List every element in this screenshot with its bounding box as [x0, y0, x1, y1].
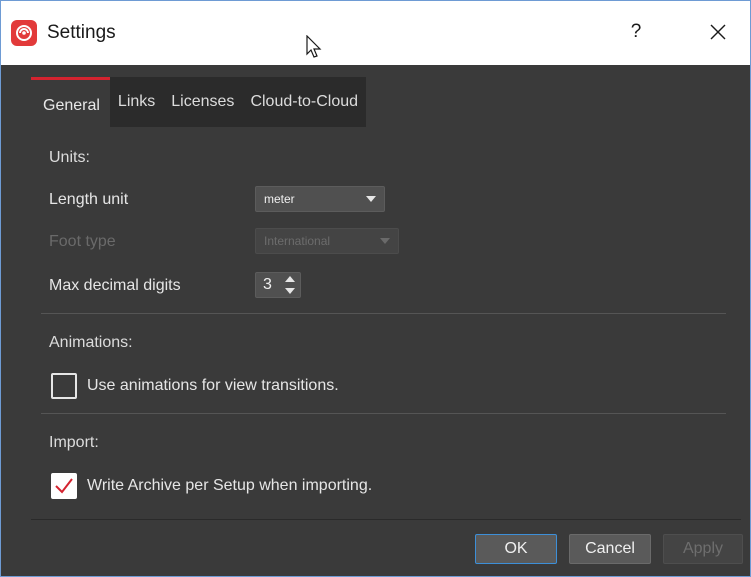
apply-button[interactable]: Apply — [663, 534, 743, 564]
length-unit-select[interactable]: meter — [255, 186, 385, 212]
checkmark-icon — [55, 478, 73, 494]
close-button[interactable] — [701, 17, 735, 47]
app-logo-icon — [11, 20, 37, 46]
max-decimal-digits-value: 3 — [263, 276, 272, 293]
foot-type-select[interactable]: International — [255, 228, 399, 254]
foot-type-label: Foot type — [49, 233, 116, 250]
dialog-content: General Links Licenses Cloud-to-Cloud Un… — [1, 65, 750, 576]
tab-cloud-to-cloud[interactable]: Cloud-to-Cloud — [242, 77, 366, 127]
max-decimal-digits-label: Max decimal digits — [49, 277, 181, 294]
use-animations-label[interactable]: Use animations for view transitions. — [87, 377, 339, 395]
general-panel: Units: Length unit meter Foot type Inter… — [31, 127, 741, 520]
tab-general[interactable]: General — [31, 77, 110, 127]
chevron-down-icon — [380, 238, 390, 244]
units-section-label: Units: — [49, 149, 90, 166]
use-animations-checkbox[interactable] — [51, 373, 77, 399]
increment-arrow-icon[interactable] — [282, 274, 298, 285]
settings-dialog: Settings ? General Links Licenses Cloud-… — [0, 0, 751, 577]
max-decimal-digits-stepper[interactable]: 3 — [255, 272, 301, 298]
length-unit-label: Length unit — [49, 191, 129, 208]
chevron-down-icon — [366, 196, 376, 202]
mouse-cursor-icon — [306, 35, 322, 58]
help-button[interactable]: ? — [621, 17, 651, 47]
ok-button[interactable]: OK — [475, 534, 557, 564]
decrement-arrow-icon[interactable] — [282, 286, 298, 297]
foot-type-value: International — [264, 234, 331, 248]
import-section-label: Import: — [49, 434, 99, 451]
tab-licenses[interactable]: Licenses — [163, 77, 242, 127]
write-archive-checkbox[interactable] — [51, 473, 77, 499]
section-divider — [41, 313, 726, 314]
tab-bar: General Links Licenses Cloud-to-Cloud — [31, 77, 367, 127]
write-archive-label[interactable]: Write Archive per Setup when importing. — [87, 477, 372, 495]
tab-links[interactable]: Links — [110, 77, 163, 127]
animations-section-label: Animations: — [49, 334, 133, 351]
length-unit-value: meter — [264, 192, 295, 206]
close-icon — [710, 24, 726, 40]
title-bar[interactable]: Settings ? — [1, 1, 750, 65]
section-divider — [41, 413, 726, 414]
cancel-button[interactable]: Cancel — [569, 534, 651, 564]
window-title: Settings — [47, 22, 116, 43]
